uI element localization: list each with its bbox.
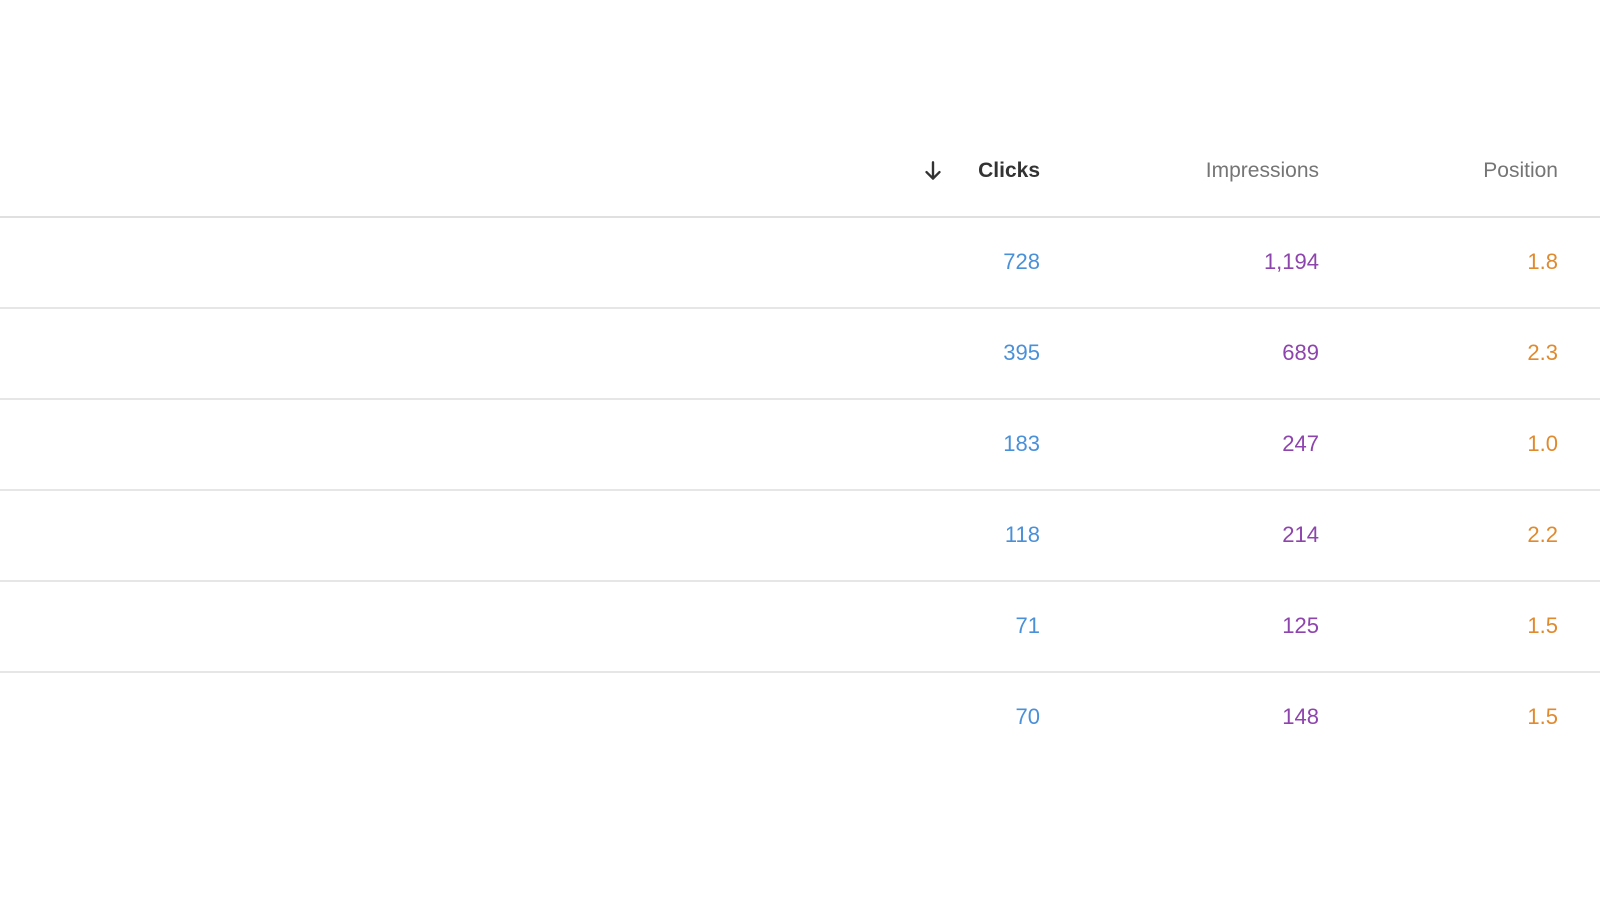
column-header-clicks[interactable]: Clicks xyxy=(978,156,1040,186)
position-value: 1.5 xyxy=(1527,704,1558,729)
table-row[interactable]: 71 125 1.5 xyxy=(0,582,1600,673)
impressions-value: 214 xyxy=(1282,522,1319,547)
clicks-value: 183 xyxy=(1003,431,1040,456)
table-row[interactable]: 183 247 1.0 xyxy=(0,400,1600,491)
clicks-value: 70 xyxy=(1015,704,1040,729)
clicks-value: 71 xyxy=(1015,613,1040,638)
column-header-impressions[interactable]: Impressions xyxy=(1206,156,1319,186)
arrow-down-icon[interactable] xyxy=(920,158,946,184)
position-value: 2.3 xyxy=(1527,340,1558,365)
position-value: 1.0 xyxy=(1527,431,1558,456)
performance-table: Clicks Impressions Position 728 1,194 1.… xyxy=(0,0,1600,900)
impressions-value: 1,194 xyxy=(1263,249,1319,274)
table-header: Clicks Impressions Position xyxy=(0,118,1600,218)
table-row[interactable]: 118 214 2.2 xyxy=(0,491,1600,582)
position-value: 1.5 xyxy=(1527,613,1558,638)
clicks-value: 118 xyxy=(1004,522,1040,547)
column-header-position[interactable]: Position xyxy=(1483,156,1558,186)
impressions-value: 148 xyxy=(1282,704,1319,729)
clicks-value: 728 xyxy=(1003,249,1040,274)
table-row[interactable]: 395 689 2.3 xyxy=(0,309,1600,400)
position-value: 2.2 xyxy=(1527,522,1558,547)
table-row[interactable]: 728 1,194 1.8 xyxy=(0,218,1600,309)
clicks-value: 395 xyxy=(1003,340,1040,365)
impressions-value: 689 xyxy=(1282,340,1319,365)
table-row[interactable]: 70 148 1.5 xyxy=(0,673,1600,764)
impressions-value: 247 xyxy=(1282,431,1319,456)
position-value: 1.8 xyxy=(1527,249,1558,274)
impressions-value: 125 xyxy=(1282,613,1319,638)
